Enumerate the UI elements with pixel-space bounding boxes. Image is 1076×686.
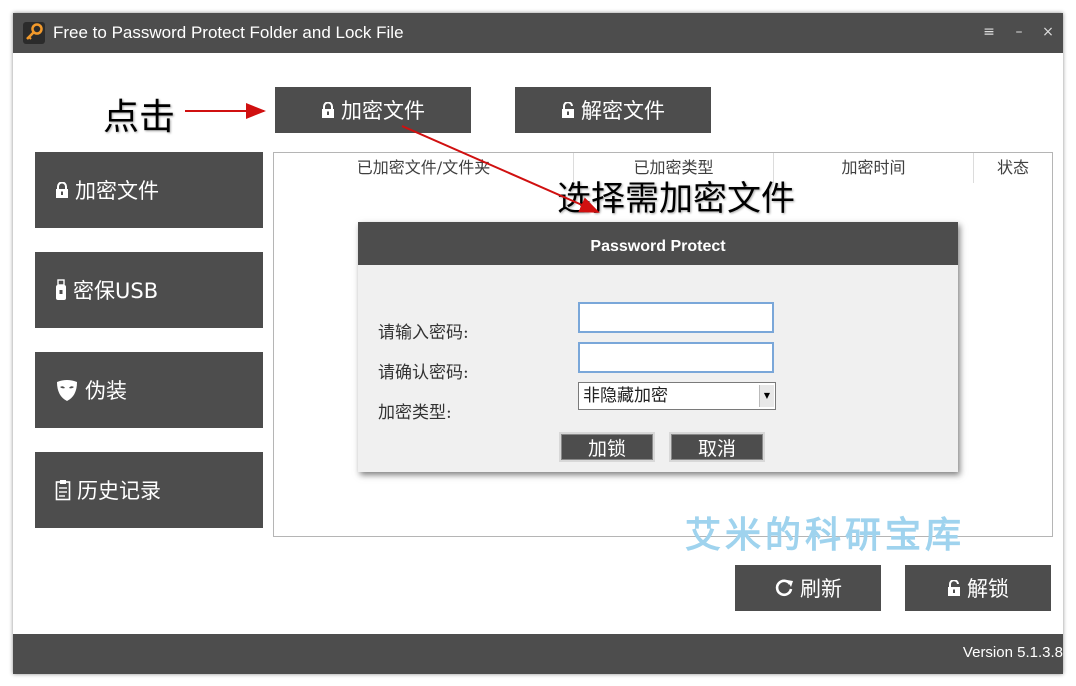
column-header-status[interactable]: 状态 — [974, 153, 1052, 183]
annotation-select-file: 选择需加密文件 — [557, 179, 795, 219]
close-icon[interactable]: × — [1037, 21, 1059, 43]
key-icon — [23, 22, 45, 44]
sidebar-item-usb[interactable]: 密保USB — [35, 252, 263, 328]
dialog-title: Password Protect — [358, 222, 958, 265]
encrypt-file-tab-label: 加密文件 — [341, 99, 425, 123]
sidebar-item-label: 加密文件 — [75, 179, 159, 203]
unlock-icon — [948, 580, 960, 596]
annotation-click: 点击 — [103, 97, 176, 138]
unlock-button[interactable]: 解锁 — [905, 565, 1051, 611]
sidebar-item-label: 历史记录 — [77, 479, 161, 503]
encryption-type-select[interactable]: 非隐藏加密 ▼ — [578, 382, 776, 410]
refresh-label: 刷新 — [800, 577, 842, 601]
unlock-label: 解锁 — [967, 577, 1009, 601]
sidebar-item-history[interactable]: 历史记录 — [35, 452, 263, 528]
clipboard-icon — [55, 480, 71, 501]
minimize-icon[interactable]: – — [1008, 21, 1030, 43]
cancel-button[interactable]: 取消 — [669, 432, 765, 462]
lock-button[interactable]: 加锁 — [559, 432, 655, 462]
sidebar-item-disguise[interactable]: 伪装 — [35, 352, 263, 428]
lock-icon — [56, 182, 68, 198]
password-input[interactable] — [578, 302, 774, 333]
column-header-file[interactable]: 已加密文件/文件夹 — [274, 153, 574, 183]
column-header-time[interactable]: 加密时间 — [774, 153, 974, 183]
watermark: 艾米的科研宝库 — [685, 515, 966, 556]
sidebar-item-encrypt-file[interactable]: 加密文件 — [35, 152, 263, 228]
menu-icon[interactable]: ≡ — [978, 21, 1000, 43]
decrypt-file-tab-label: 解密文件 — [581, 99, 665, 123]
mask-icon — [57, 380, 77, 401]
encrypt-file-tab-button[interactable]: 加密文件 — [275, 87, 471, 133]
lock-icon — [322, 102, 334, 118]
refresh-button[interactable]: 刷新 — [735, 565, 881, 611]
password-protect-dialog: Password Protect 请输入密码: 请确认密码: 加密类型: 非隐藏… — [358, 222, 958, 472]
dropdown-arrow-icon[interactable]: ▼ — [759, 385, 774, 407]
decrypt-file-tab-button[interactable]: 解密文件 — [515, 87, 711, 133]
encryption-type-label: 加密类型: — [378, 403, 452, 423]
sidebar-item-label: 伪装 — [85, 379, 127, 403]
version-text: Version 5.1.3.8 — [962, 644, 1063, 661]
encryption-type-value: 非隐藏加密 — [583, 386, 668, 406]
refresh-icon — [775, 579, 793, 597]
password-label: 请输入密码: — [378, 323, 469, 343]
window-title: Free to Password Protect Folder and Lock… — [53, 23, 404, 42]
title-bar: Free to Password Protect Folder and Lock… — [13, 13, 1063, 53]
unlock-icon — [562, 102, 574, 118]
status-bar: Version 5.1.3.8 — [13, 634, 1063, 674]
usb-icon — [56, 279, 66, 300]
confirm-password-label: 请确认密码: — [378, 363, 469, 383]
confirm-password-input[interactable] — [578, 342, 774, 373]
sidebar-item-label: 密保USB — [73, 279, 159, 303]
